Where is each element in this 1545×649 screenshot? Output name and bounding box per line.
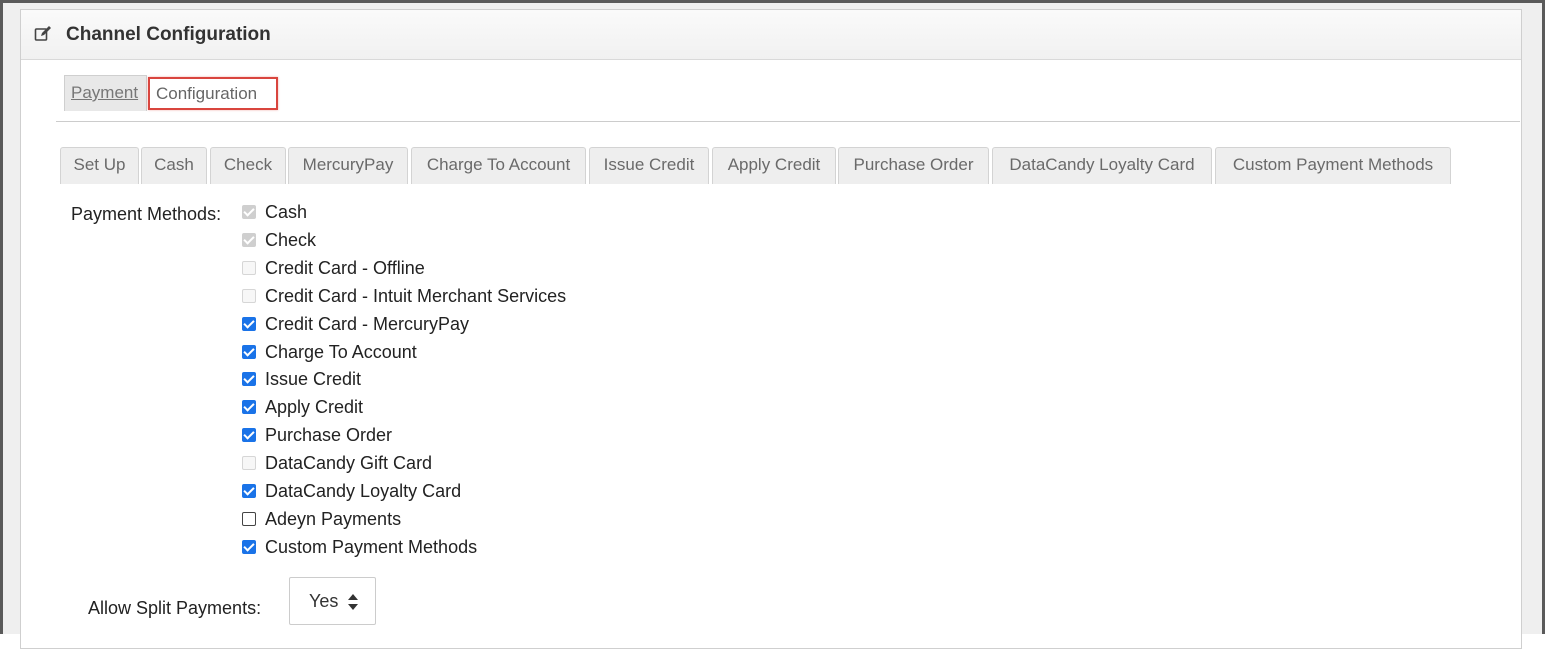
payment-method-label: Custom Payment Methods (265, 537, 478, 557)
payment-method-label: Credit Card - Intuit Merchant Services (265, 286, 567, 306)
subtab-set-up[interactable]: Set Up (60, 147, 139, 184)
payment-method-checkbox[interactable] (242, 317, 256, 331)
payment-method-label: Cash (265, 202, 308, 222)
subtab-mercurypay[interactable]: MercuryPay (288, 147, 408, 184)
payment-method-label: Check (265, 230, 317, 250)
payment-method-checkbox[interactable] (242, 400, 256, 414)
allow-split-payments-select[interactable]: Yes (289, 577, 376, 625)
payment-method-label: Charge To Account (265, 342, 417, 362)
payment-method-label: DataCandy Loyalty Card (265, 481, 462, 501)
subtab-charge-to-account[interactable]: Charge To Account (411, 147, 586, 184)
payment-method-checkbox (242, 233, 256, 247)
payment-method-checkbox[interactable] (242, 345, 256, 359)
subtab-custom-payment-methods[interactable]: Custom Payment Methods (1215, 147, 1451, 184)
panel-title: Channel Configuration (66, 24, 271, 45)
payment-method-checkbox[interactable] (242, 372, 256, 386)
payment-method-checkbox (242, 289, 256, 303)
allow-split-payments-label: Allow Split Payments: (88, 598, 262, 618)
payment-method-checkbox[interactable] (242, 428, 256, 442)
tab-payment[interactable]: Payment (64, 75, 147, 111)
payment-method-label: Issue Credit (265, 369, 362, 389)
payment-method-label: DataCandy Gift Card (265, 453, 433, 473)
payment-method-checkbox[interactable] (242, 512, 256, 526)
channel-configuration-panel: Channel Configuration Payment Configurat… (20, 9, 1522, 649)
payment-method-checkbox[interactable] (242, 540, 256, 554)
edit-icon (34, 26, 51, 41)
payment-method-checkbox (242, 456, 256, 470)
subtab-cash[interactable]: Cash (141, 147, 207, 184)
sort-updown-icon (348, 594, 358, 610)
payment-method-label: Purchase Order (265, 425, 393, 445)
payment-method-checkbox (242, 261, 256, 275)
payment-method-label: Credit Card - MercuryPay (265, 314, 470, 334)
subtab-datacandy-loyalty-card[interactable]: DataCandy Loyalty Card (992, 147, 1212, 184)
payment-method-label: Adeyn Payments (265, 509, 402, 529)
subtab-issue-credit[interactable]: Issue Credit (589, 147, 709, 184)
panel-header: Channel Configuration (21, 10, 1521, 60)
payment-method-checkbox (242, 205, 256, 219)
payment-method-label: Apply Credit (265, 397, 364, 417)
subtab-apply-credit[interactable]: Apply Credit (712, 147, 836, 184)
subtab-check[interactable]: Check (210, 147, 286, 184)
subtab-purchase-order[interactable]: Purchase Order (838, 147, 989, 184)
payment-method-label: Credit Card - Offline (265, 258, 425, 278)
tab-configuration[interactable]: Configuration (148, 77, 278, 110)
payment-method-checkbox[interactable] (242, 484, 256, 498)
select-value: Yes (309, 591, 339, 611)
payment-methods-label: Payment Methods: (71, 204, 222, 224)
tabs-divider (56, 121, 1520, 122)
